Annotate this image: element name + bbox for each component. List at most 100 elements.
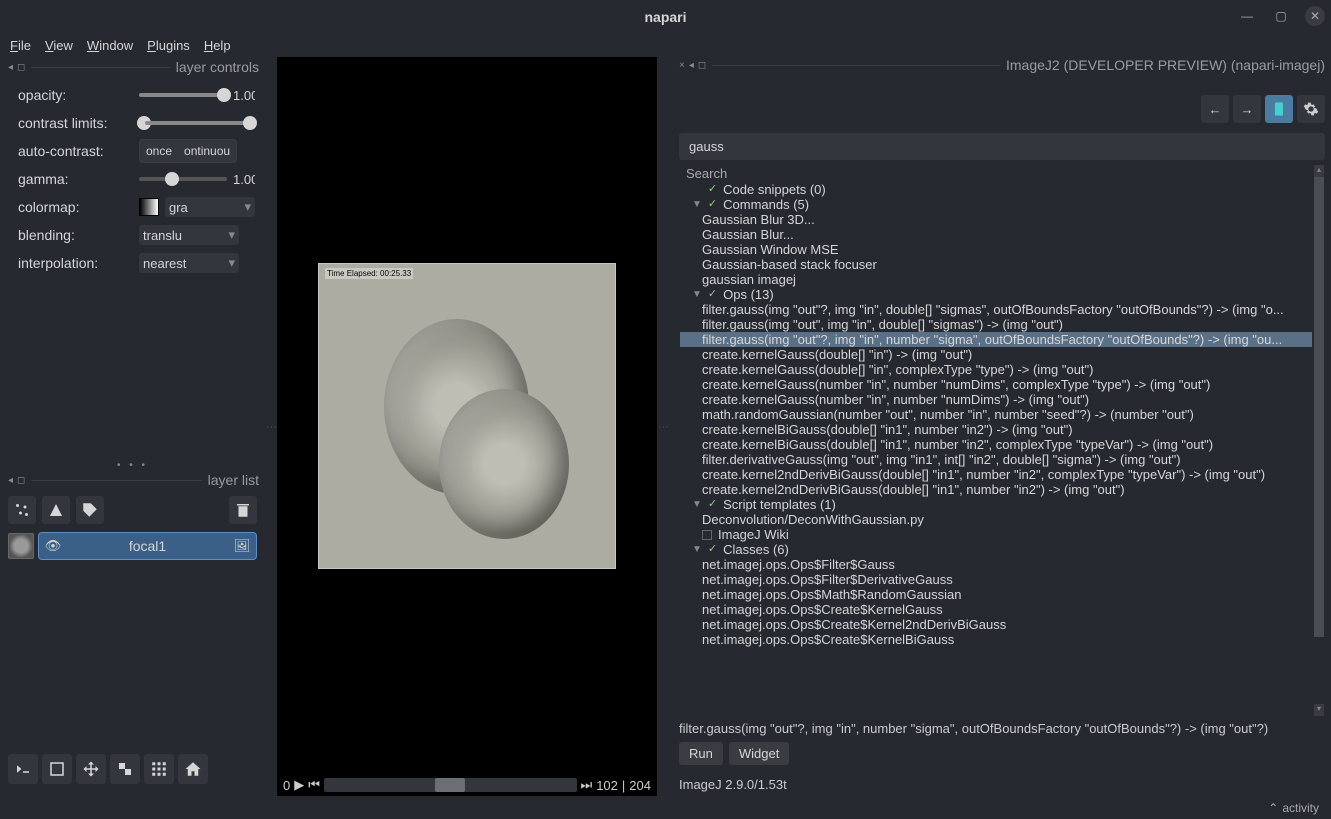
maximize-button[interactable]: ▢: [1271, 6, 1291, 26]
dim-slider-track[interactable]: [324, 778, 577, 792]
opacity-value: 1.00: [233, 88, 255, 103]
splitter-handle[interactable]: • • •: [0, 460, 265, 470]
blending-dropdown[interactable]: translu▾: [139, 225, 239, 245]
result-category[interactable]: ▼✓Classes (6): [680, 542, 1312, 557]
opacity-slider[interactable]: [139, 93, 227, 97]
scrollbar[interactable]: ▴ ▾: [1314, 165, 1324, 716]
autocontrast-label: auto-contrast:: [18, 143, 133, 159]
blending-label: blending:: [18, 227, 133, 243]
ndisplay-button[interactable]: [42, 754, 72, 784]
close-button[interactable]: ✕: [1305, 6, 1325, 26]
roll-dims-button[interactable]: [76, 754, 106, 784]
imagej-gui-button[interactable]: [1265, 95, 1293, 123]
gamma-label: gamma:: [18, 171, 133, 187]
search-input[interactable]: gauss: [679, 133, 1325, 160]
play-button[interactable]: ▶: [294, 777, 304, 793]
detach-icon[interactable]: ◂: [8, 475, 13, 486]
activity-button[interactable]: activity: [1282, 801, 1319, 815]
gamma-slider[interactable]: [139, 177, 227, 181]
float-icon[interactable]: ◻: [17, 62, 25, 73]
run-button[interactable]: Run: [679, 742, 723, 765]
new-labels-layer-button[interactable]: [76, 496, 104, 524]
scroll-down-icon[interactable]: ▾: [1314, 704, 1324, 716]
result-item[interactable]: net.imagej.ops.Ops$Filter$Gauss: [680, 557, 1312, 572]
vertical-splitter[interactable]: [265, 57, 277, 796]
result-item[interactable]: Gaussian Window MSE: [680, 242, 1312, 257]
delete-layer-button[interactable]: [229, 496, 257, 524]
scroll-up-icon[interactable]: ▴: [1314, 165, 1324, 177]
colormap-swatch[interactable]: [139, 198, 159, 216]
result-item[interactable]: gaussian imagej: [680, 272, 1312, 287]
console-button[interactable]: [8, 754, 38, 784]
detach-icon[interactable]: ◂: [689, 60, 694, 71]
interpolation-dropdown[interactable]: nearest▾: [139, 253, 239, 273]
opacity-label: opacity:: [18, 87, 133, 103]
result-item[interactable]: create.kernelGauss(number "in", number "…: [680, 377, 1312, 392]
result-item-wiki[interactable]: ImageJ Wiki: [680, 527, 1312, 542]
widget-button[interactable]: Widget: [729, 742, 789, 765]
result-item[interactable]: net.imagej.ops.Ops$Create$KernelBiGauss: [680, 632, 1312, 647]
result-item[interactable]: net.imagej.ops.Ops$Create$KernelGauss: [680, 602, 1312, 617]
menu-file[interactable]: File: [10, 38, 31, 53]
menu-help[interactable]: Help: [204, 38, 231, 53]
result-item[interactable]: create.kernelBiGauss(double[] "in1", num…: [680, 437, 1312, 452]
float-icon[interactable]: ◻: [698, 60, 706, 71]
result-category[interactable]: ▼✓Code snippets (0): [680, 182, 1312, 197]
layer-row[interactable]: 👁 focal1 🖼: [8, 532, 257, 560]
layer-list-header: ◂◻ layer list: [0, 470, 265, 488]
app-title: napari: [644, 9, 686, 25]
vertical-splitter[interactable]: [657, 57, 669, 796]
float-icon[interactable]: ◻: [17, 475, 25, 486]
canvas[interactable]: Time Elapsed: 00:25.33 0 ▶ ⏮ ⏭ 102 | 204: [277, 57, 657, 796]
result-item[interactable]: create.kernelGauss(double[] "in", comple…: [680, 362, 1312, 377]
result-item[interactable]: Gaussian Blur...: [680, 227, 1312, 242]
back-button[interactable]: ←: [1201, 95, 1229, 123]
autocontrast-toggle[interactable]: onceontinuou: [139, 139, 237, 163]
close-dock-icon[interactable]: ×: [679, 60, 685, 71]
result-category[interactable]: ▼✓Script templates (1): [680, 497, 1312, 512]
chevron-down-icon: ▾: [228, 227, 235, 243]
result-item[interactable]: filter.gauss(img "out"?, img "in", doubl…: [680, 302, 1312, 317]
result-item[interactable]: net.imagej.ops.Ops$Math$RandomGaussian: [680, 587, 1312, 602]
menu-plugins[interactable]: Plugins: [147, 38, 190, 53]
scroll-thumb[interactable]: [1314, 177, 1324, 637]
result-item[interactable]: create.kernelGauss(number "in", number "…: [680, 392, 1312, 407]
minimize-button[interactable]: —: [1237, 6, 1257, 26]
result-item[interactable]: filter.gauss(img "out"?, img "in", numbe…: [680, 332, 1312, 347]
layer-controls-panel: opacity: 1.00 contrast limits: auto-cont…: [0, 75, 265, 460]
detach-icon[interactable]: ◂: [8, 62, 13, 73]
step-back-button[interactable]: ⏮: [308, 777, 320, 793]
grid-button[interactable]: [144, 754, 174, 784]
home-button[interactable]: [178, 754, 208, 784]
layer-controls-header: ◂◻ layer controls: [0, 57, 265, 75]
new-points-layer-button[interactable]: [8, 496, 36, 524]
result-item[interactable]: net.imagej.ops.Ops$Create$Kernel2ndDeriv…: [680, 617, 1312, 632]
result-item[interactable]: create.kernelBiGauss(double[] "in1", num…: [680, 422, 1312, 437]
result-item[interactable]: create.kernelGauss(double[] "in") -> (im…: [680, 347, 1312, 362]
chevron-down-icon: ▾: [228, 255, 235, 271]
result-item[interactable]: Gaussian Blur 3D...: [680, 212, 1312, 227]
new-shapes-layer-button[interactable]: [42, 496, 70, 524]
result-category[interactable]: ▼✓Commands (5): [680, 197, 1312, 212]
dim-max: 204: [629, 778, 651, 793]
result-item[interactable]: filter.derivativeGauss(img "out", img "i…: [680, 452, 1312, 467]
settings-button[interactable]: [1297, 95, 1325, 123]
result-category[interactable]: ▼✓Ops (13): [680, 287, 1312, 302]
result-item[interactable]: Gaussian-based stack focuser: [680, 257, 1312, 272]
visibility-toggle-icon[interactable]: 👁: [39, 538, 67, 554]
step-fwd-button[interactable]: ⏭: [581, 777, 593, 793]
contrast-slider[interactable]: [139, 121, 255, 125]
result-item[interactable]: net.imagej.ops.Ops$Filter$DerivativeGaus…: [680, 572, 1312, 587]
result-item[interactable]: create.kernel2ndDerivBiGauss(double[] "i…: [680, 467, 1312, 482]
transpose-button[interactable]: [110, 754, 140, 784]
menu-view[interactable]: View: [45, 38, 73, 53]
layer-name[interactable]: focal1: [67, 538, 228, 554]
forward-button[interactable]: →: [1233, 95, 1261, 123]
result-item[interactable]: create.kernel2ndDerivBiGauss(double[] "i…: [680, 482, 1312, 497]
result-item[interactable]: math.randomGaussian(number "out", number…: [680, 407, 1312, 422]
result-item[interactable]: Deconvolution/DeconWithGaussian.py: [680, 512, 1312, 527]
menu-window[interactable]: Window: [87, 38, 133, 53]
colormap-dropdown[interactable]: gra▾: [165, 197, 255, 217]
activity-chevron-icon[interactable]: ⌃: [1268, 801, 1278, 815]
result-item[interactable]: filter.gauss(img "out", img "in", double…: [680, 317, 1312, 332]
